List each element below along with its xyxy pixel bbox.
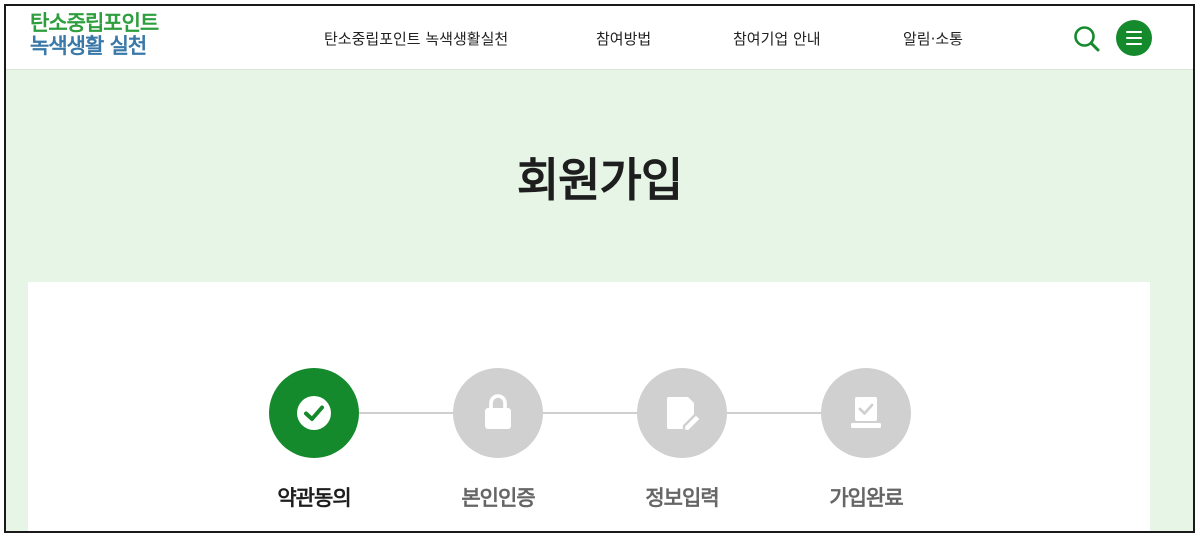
step-2-circle — [453, 368, 543, 458]
logo-line-1: 탄소중립포인트 — [30, 11, 159, 35]
completed-document-icon — [851, 397, 881, 428]
step-2-label: 본인인증 — [461, 486, 535, 510]
search-button[interactable] — [1072, 24, 1102, 54]
search-icon — [1074, 26, 1100, 52]
step-connector — [726, 412, 826, 414]
page-title: 회원가입 — [516, 153, 683, 207]
site-logo[interactable]: 탄소중립포인트 녹색생활 실천 — [30, 11, 159, 58]
hamburger-icon-bar — [1126, 37, 1142, 39]
logo-line-2: 녹색생활 실천 — [30, 34, 147, 58]
step-3-label: 정보입력 — [645, 486, 719, 510]
step-4-circle — [821, 368, 911, 458]
step-1-label: 약관동의 — [277, 486, 351, 510]
nav-item-partner-companies[interactable]: 참여기업 안내 — [733, 28, 821, 49]
step-connector — [358, 412, 458, 414]
step-3-circle — [637, 368, 727, 458]
nav-item-green-practice[interactable]: 탄소중립포인트 녹색생활실천 — [324, 28, 508, 49]
step-connector — [542, 412, 642, 414]
nav-item-how-to-join[interactable]: 참여방법 — [596, 28, 651, 49]
signup-steps: 약관동의 본인인증 정보입력 가입완료 — [28, 282, 1150, 531]
step-4-label: 가입완료 — [829, 486, 903, 510]
signup-card: 약관동의 본인인증 정보입력 가입완료 — [28, 282, 1150, 531]
step-1-circle — [269, 368, 359, 458]
check-icon — [297, 396, 331, 430]
hamburger-icon — [1126, 31, 1142, 33]
menu-button[interactable] — [1116, 20, 1152, 56]
lock-icon — [485, 394, 511, 429]
hamburger-icon-bar — [1126, 43, 1142, 45]
edit-document-icon — [667, 397, 703, 433]
site-header: 탄소중립포인트 녹색생활 실천 탄소중립포인트 녹색생활실천 참여방법 참여기업… — [6, 6, 1193, 70]
nav-item-notice[interactable]: 알림·소통 — [903, 28, 963, 49]
page-frame: 탄소중립포인트 녹색생활 실천 탄소중립포인트 녹색생활실천 참여방법 참여기업… — [4, 4, 1195, 533]
